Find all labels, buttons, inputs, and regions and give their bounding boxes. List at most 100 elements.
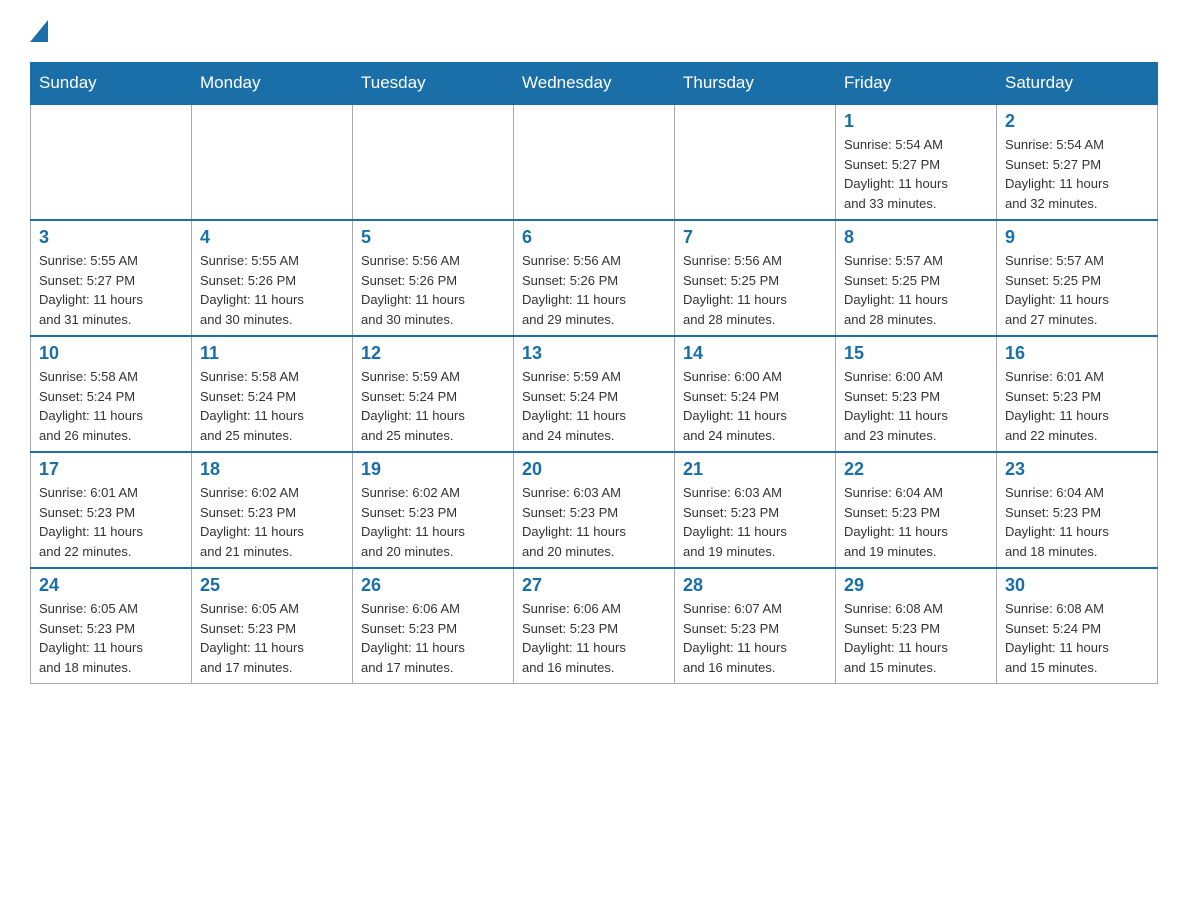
day-number: 14 [683,343,827,364]
calendar-day: 30Sunrise: 6:08 AM Sunset: 5:24 PM Dayli… [997,568,1158,684]
calendar-day: 12Sunrise: 5:59 AM Sunset: 5:24 PM Dayli… [353,336,514,452]
calendar-week-5: 24 Sunrise: 6:05 AM Sunset: 5:23 PM Dayli… [31,568,1158,684]
calendar-week-3: 10Sunrise: 5:58 AM Sunset: 5:24 PM Dayli… [31,336,1158,452]
day-info: Sunrise: 5:58 AM Sunset: 5:24 PM Dayligh… [200,367,344,445]
day-info: Sunrise: 6:02 AM Sunset: 5:23 PM Dayligh… [361,483,505,561]
logo-triangle-icon [30,20,48,42]
day-info: Sunrise: 6:06 AM Sunset: 5:23 PM Dayligh… [522,599,666,677]
calendar-day: 11 Sunrise: 5:58 AM Sunset: 5:24 PM Dayli… [192,336,353,452]
day-number: 7 [683,227,827,248]
day-info: Sunrise: 5:56 AM Sunset: 5:26 PM Dayligh… [361,251,505,329]
calendar-day [353,104,514,220]
calendar-header-thursday: Thursday [675,63,836,105]
day-info: Sunrise: 5:55 AM Sunset: 5:26 PM Dayligh… [200,251,344,329]
day-number: 21 [683,459,827,480]
day-info: Sunrise: 6:08 AM Sunset: 5:24 PM Dayligh… [1005,599,1149,677]
calendar-day: 10Sunrise: 5:58 AM Sunset: 5:24 PM Dayli… [31,336,192,452]
calendar-header-saturday: Saturday [997,63,1158,105]
day-info: Sunrise: 5:57 AM Sunset: 5:25 PM Dayligh… [1005,251,1149,329]
calendar-day: 19 Sunrise: 6:02 AM Sunset: 5:23 PM Dayli… [353,452,514,568]
calendar-day [675,104,836,220]
day-number: 18 [200,459,344,480]
calendar-header-wednesday: Wednesday [514,63,675,105]
calendar-day: 25 Sunrise: 6:05 AM Sunset: 5:23 PM Dayli… [192,568,353,684]
day-number: 24 [39,575,183,596]
calendar-week-4: 17 Sunrise: 6:01 AM Sunset: 5:23 PM Dayli… [31,452,1158,568]
calendar-day: 22 Sunrise: 6:04 AM Sunset: 5:23 PM Dayli… [836,452,997,568]
day-number: 2 [1005,111,1149,132]
calendar-week-2: 3Sunrise: 5:55 AM Sunset: 5:27 PM Daylig… [31,220,1158,336]
calendar-day [31,104,192,220]
page-header [30,20,1158,42]
day-info: Sunrise: 5:55 AM Sunset: 5:27 PM Dayligh… [39,251,183,329]
calendar-day: 7 Sunrise: 5:56 AM Sunset: 5:25 PM Daylig… [675,220,836,336]
calendar-header-tuesday: Tuesday [353,63,514,105]
day-info: Sunrise: 6:04 AM Sunset: 5:23 PM Dayligh… [844,483,988,561]
day-info: Sunrise: 6:07 AM Sunset: 5:23 PM Dayligh… [683,599,827,677]
day-number: 17 [39,459,183,480]
day-info: Sunrise: 6:04 AM Sunset: 5:23 PM Dayligh… [1005,483,1149,561]
calendar-day: 6 Sunrise: 5:56 AM Sunset: 5:26 PM Daylig… [514,220,675,336]
day-info: Sunrise: 5:56 AM Sunset: 5:26 PM Dayligh… [522,251,666,329]
day-info: Sunrise: 6:01 AM Sunset: 5:23 PM Dayligh… [1005,367,1149,445]
calendar-day: 5 Sunrise: 5:56 AM Sunset: 5:26 PM Daylig… [353,220,514,336]
calendar-day: 16 Sunrise: 6:01 AM Sunset: 5:23 PM Dayli… [997,336,1158,452]
calendar-day: 17 Sunrise: 6:01 AM Sunset: 5:23 PM Dayli… [31,452,192,568]
calendar-day: 2 Sunrise: 5:54 AM Sunset: 5:27 PM Daylig… [997,104,1158,220]
calendar-day [192,104,353,220]
day-info: Sunrise: 5:58 AM Sunset: 5:24 PM Dayligh… [39,367,183,445]
day-info: Sunrise: 6:05 AM Sunset: 5:23 PM Dayligh… [200,599,344,677]
day-number: 4 [200,227,344,248]
day-number: 5 [361,227,505,248]
calendar-day: 26 Sunrise: 6:06 AM Sunset: 5:23 PM Dayli… [353,568,514,684]
day-number: 9 [1005,227,1149,248]
calendar-day: 21Sunrise: 6:03 AM Sunset: 5:23 PM Dayli… [675,452,836,568]
calendar-day: 8 Sunrise: 5:57 AM Sunset: 5:25 PM Daylig… [836,220,997,336]
calendar-day: 23Sunrise: 6:04 AM Sunset: 5:23 PM Dayli… [997,452,1158,568]
day-info: Sunrise: 6:08 AM Sunset: 5:23 PM Dayligh… [844,599,988,677]
day-info: Sunrise: 5:59 AM Sunset: 5:24 PM Dayligh… [522,367,666,445]
day-number: 20 [522,459,666,480]
day-info: Sunrise: 6:01 AM Sunset: 5:23 PM Dayligh… [39,483,183,561]
day-info: Sunrise: 5:57 AM Sunset: 5:25 PM Dayligh… [844,251,988,329]
day-number: 1 [844,111,988,132]
day-info: Sunrise: 5:56 AM Sunset: 5:25 PM Dayligh… [683,251,827,329]
day-number: 25 [200,575,344,596]
calendar-day: 9 Sunrise: 5:57 AM Sunset: 5:25 PM Daylig… [997,220,1158,336]
day-number: 11 [200,343,344,364]
calendar-header-monday: Monday [192,63,353,105]
day-number: 29 [844,575,988,596]
calendar-day: 27 Sunrise: 6:06 AM Sunset: 5:23 PM Dayli… [514,568,675,684]
calendar-day: 13 Sunrise: 5:59 AM Sunset: 5:24 PM Dayli… [514,336,675,452]
calendar-day: 29 Sunrise: 6:08 AM Sunset: 5:23 PM Dayli… [836,568,997,684]
day-number: 19 [361,459,505,480]
calendar-day [514,104,675,220]
day-number: 16 [1005,343,1149,364]
calendar-table: SundayMondayTuesdayWednesdayThursdayFrid… [30,62,1158,684]
calendar-day: 3Sunrise: 5:55 AM Sunset: 5:27 PM Daylig… [31,220,192,336]
calendar-day: 4 Sunrise: 5:55 AM Sunset: 5:26 PM Daylig… [192,220,353,336]
day-info: Sunrise: 6:05 AM Sunset: 5:23 PM Dayligh… [39,599,183,677]
day-info: Sunrise: 6:00 AM Sunset: 5:24 PM Dayligh… [683,367,827,445]
calendar-day: 20 Sunrise: 6:03 AM Sunset: 5:23 PM Dayli… [514,452,675,568]
day-number: 8 [844,227,988,248]
day-info: Sunrise: 5:59 AM Sunset: 5:24 PM Dayligh… [361,367,505,445]
day-info: Sunrise: 6:02 AM Sunset: 5:23 PM Dayligh… [200,483,344,561]
calendar-day: 14 Sunrise: 6:00 AM Sunset: 5:24 PM Dayli… [675,336,836,452]
day-number: 15 [844,343,988,364]
day-number: 26 [361,575,505,596]
calendar-header-friday: Friday [836,63,997,105]
day-info: Sunrise: 6:03 AM Sunset: 5:23 PM Dayligh… [522,483,666,561]
day-info: Sunrise: 5:54 AM Sunset: 5:27 PM Dayligh… [1005,135,1149,213]
day-info: Sunrise: 6:06 AM Sunset: 5:23 PM Dayligh… [361,599,505,677]
day-number: 22 [844,459,988,480]
day-number: 28 [683,575,827,596]
logo [30,20,48,42]
day-number: 13 [522,343,666,364]
calendar-day: 15 Sunrise: 6:00 AM Sunset: 5:23 PM Dayli… [836,336,997,452]
day-number: 6 [522,227,666,248]
day-number: 27 [522,575,666,596]
calendar-day: 1Sunrise: 5:54 AM Sunset: 5:27 PM Daylig… [836,104,997,220]
day-info: Sunrise: 6:00 AM Sunset: 5:23 PM Dayligh… [844,367,988,445]
calendar-week-1: 1 Sunrise: 5:54 AM Sunset: 5:27 PM Daylig… [31,104,1158,220]
